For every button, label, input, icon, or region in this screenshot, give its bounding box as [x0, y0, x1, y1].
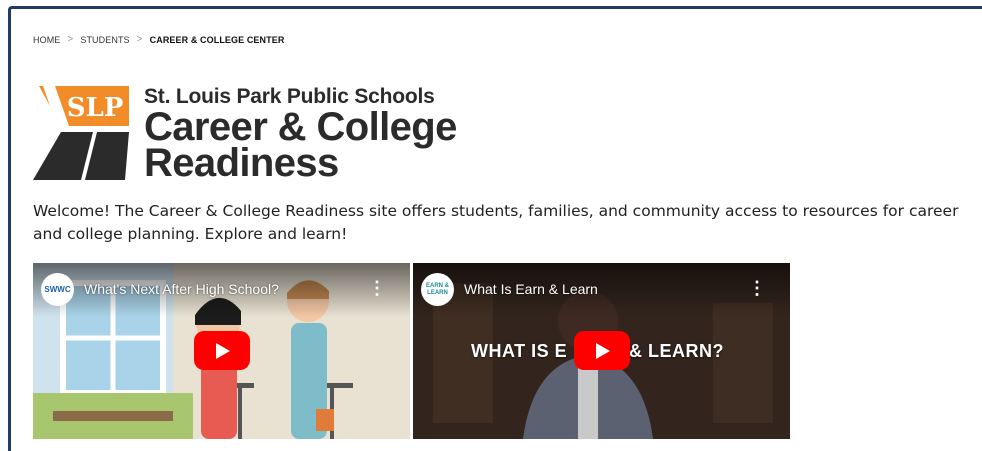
video-overlay-text-left: WHAT IS E: [471, 341, 568, 361]
breadcrumb-current: CAREER & COLLEGE CENTER: [149, 34, 285, 45]
chevron-right-icon: >: [67, 34, 74, 45]
breadcrumb-students-link[interactable]: STUDENTS: [80, 35, 129, 45]
svg-text:SLP: SLP: [67, 93, 124, 123]
video-whats-next[interactable]: SWWC What's Next After High School? ⋮: [33, 263, 410, 439]
video-overlay-text-right: & LEARN?: [629, 341, 724, 361]
channel-avatar[interactable]: SWWC: [41, 273, 74, 306]
program-name-line-2: Readiness: [144, 141, 339, 185]
intro-text: Welcome! The Career & College Readiness …: [33, 202, 959, 243]
chevron-right-icon: >: [136, 34, 143, 45]
site-title: St. Louis Park Public Schools Career & C…: [144, 86, 457, 185]
video-earn-and-learn[interactable]: EARN & LEARN What Is Earn & Learn ⋮ WHAT…: [413, 263, 790, 439]
more-vert-icon[interactable]: ⋮: [748, 279, 766, 297]
district-logo: SLP: [33, 86, 129, 180]
youtube-play-icon[interactable]: [573, 331, 630, 370]
video-title[interactable]: What's Next After High School?: [84, 281, 279, 297]
program-name-line-1: Career & College: [144, 105, 457, 149]
breadcrumb: HOME > STUDENTS > CAREER & COLLEGE CENTE…: [33, 34, 284, 45]
channel-avatar[interactable]: EARN & LEARN: [421, 273, 454, 306]
breadcrumb-home-link[interactable]: HOME: [33, 35, 60, 45]
video-title[interactable]: What Is Earn & Learn: [464, 281, 598, 297]
youtube-play-icon[interactable]: [193, 331, 250, 370]
more-vert-icon[interactable]: ⋮: [368, 279, 386, 297]
